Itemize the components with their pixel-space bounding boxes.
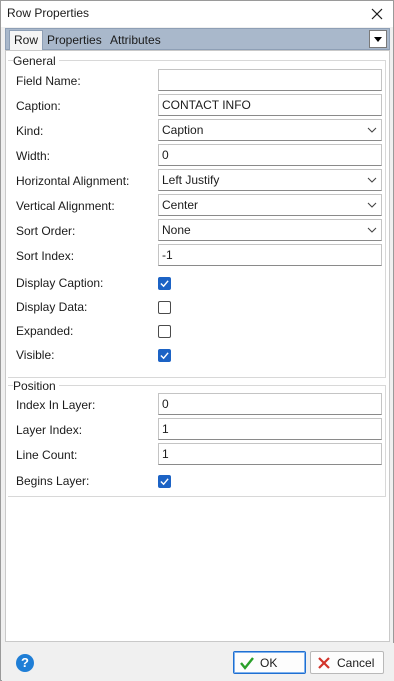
chevron-down-icon — [367, 127, 377, 133]
position-group-label: Position — [13, 379, 59, 393]
layer-index-input[interactable]: 1 — [158, 418, 382, 440]
begins-layer-checkbox[interactable] — [158, 475, 171, 488]
kind-value: Caption — [162, 123, 204, 137]
window-title: Row Properties — [7, 6, 90, 20]
cancel-x-icon — [318, 657, 330, 669]
cancel-label: Cancel — [337, 656, 375, 670]
kind-select[interactable]: Caption — [158, 119, 382, 141]
index-in-layer-input[interactable]: 0 — [158, 393, 382, 415]
tab-row[interactable]: Row — [9, 30, 44, 51]
index-in-layer-label: Index In Layer: — [16, 398, 96, 412]
vertical-alignment-select[interactable]: Center — [158, 194, 382, 216]
line-count-input[interactable]: 1 — [158, 443, 382, 465]
layer-index-label: Layer Index: — [16, 423, 83, 437]
display-caption-checkbox[interactable] — [158, 277, 171, 290]
title-bar: Row Properties — [1, 1, 393, 27]
width-input[interactable]: 0 — [158, 144, 382, 166]
cancel-button[interactable]: Cancel — [310, 651, 384, 674]
sort-order-label: Sort Order: — [16, 224, 76, 238]
position-group: Position Index In Layer: 0 Layer Index: … — [8, 379, 386, 497]
line-count-label: Line Count: — [16, 448, 78, 462]
horizontal-alignment-value: Left Justify — [162, 173, 220, 187]
field-name-input[interactable] — [158, 69, 382, 91]
checkmark-icon — [160, 352, 169, 360]
tab-attributes[interactable]: Attributes — [106, 31, 165, 50]
checkmark-icon — [160, 280, 169, 288]
chevron-down-icon — [367, 202, 377, 208]
row-properties-dialog: Row Properties Row Properties Attributes… — [0, 0, 394, 681]
close-icon — [371, 8, 383, 20]
tab-dropdown-button[interactable] — [369, 30, 387, 48]
sort-order-select[interactable]: None — [158, 219, 382, 241]
visible-label: Visible: — [16, 348, 55, 362]
horizontal-alignment-select[interactable]: Left Justify — [158, 169, 382, 191]
kind-label: Kind: — [16, 124, 44, 138]
begins-layer-label: Begins Layer: — [16, 474, 90, 488]
general-group: General Field Name: Caption: CONTACT INF… — [8, 54, 386, 378]
display-data-label: Display Data: — [16, 300, 88, 314]
chevron-down-icon — [367, 227, 377, 233]
display-data-checkbox[interactable] — [158, 301, 171, 314]
sort-index-input[interactable]: -1 — [158, 244, 382, 266]
checkmark-icon — [240, 657, 254, 670]
help-icon[interactable]: ? — [16, 654, 34, 672]
expanded-label: Expanded: — [16, 324, 74, 338]
general-group-label: General — [13, 54, 59, 68]
expanded-checkbox[interactable] — [158, 325, 171, 338]
horizontal-alignment-label: Horizontal Alignment: — [16, 174, 130, 188]
tab-properties[interactable]: Properties — [43, 31, 106, 50]
vertical-alignment-label: Vertical Alignment: — [16, 199, 115, 213]
visible-checkbox[interactable] — [158, 349, 171, 362]
checkmark-icon — [160, 478, 169, 486]
caption-label: Caption: — [16, 99, 61, 113]
chevron-down-icon — [367, 177, 377, 183]
width-label: Width: — [16, 149, 51, 163]
ok-label: OK — [260, 656, 278, 670]
ok-button[interactable]: OK — [233, 651, 306, 674]
dialog-footer: ? OK Cancel — [2, 643, 394, 681]
close-button[interactable] — [367, 4, 387, 24]
sort-index-label: Sort Index: — [16, 249, 75, 263]
tab-strip: Row Properties Attributes — [5, 28, 390, 51]
row-tab-panel: General Field Name: Caption: CONTACT INF… — [5, 50, 390, 642]
field-name-label: Field Name: — [16, 74, 81, 88]
vertical-alignment-value: Center — [162, 198, 199, 212]
sort-order-value: None — [162, 223, 191, 237]
display-caption-label: Display Caption: — [16, 276, 104, 290]
caption-input[interactable]: CONTACT INFO — [158, 94, 382, 116]
